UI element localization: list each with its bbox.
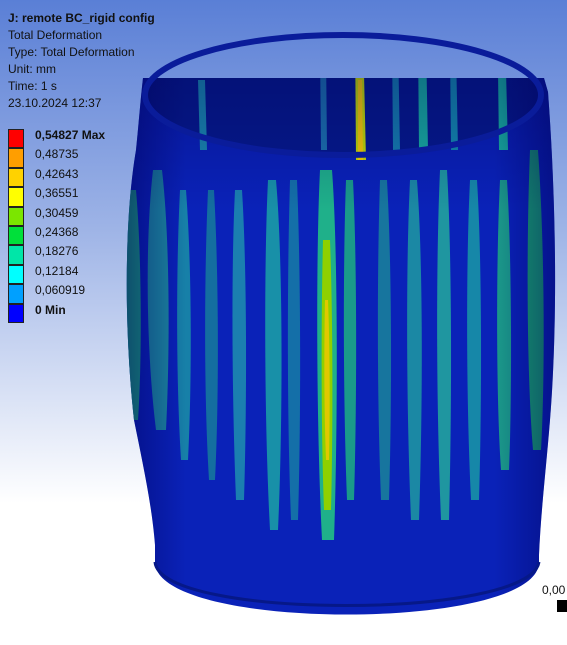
scale-bar <box>557 600 567 612</box>
deformation-model-view[interactable] <box>0 0 567 645</box>
scale-label: 0,00 <box>542 583 566 597</box>
cylinder-body <box>126 78 556 615</box>
